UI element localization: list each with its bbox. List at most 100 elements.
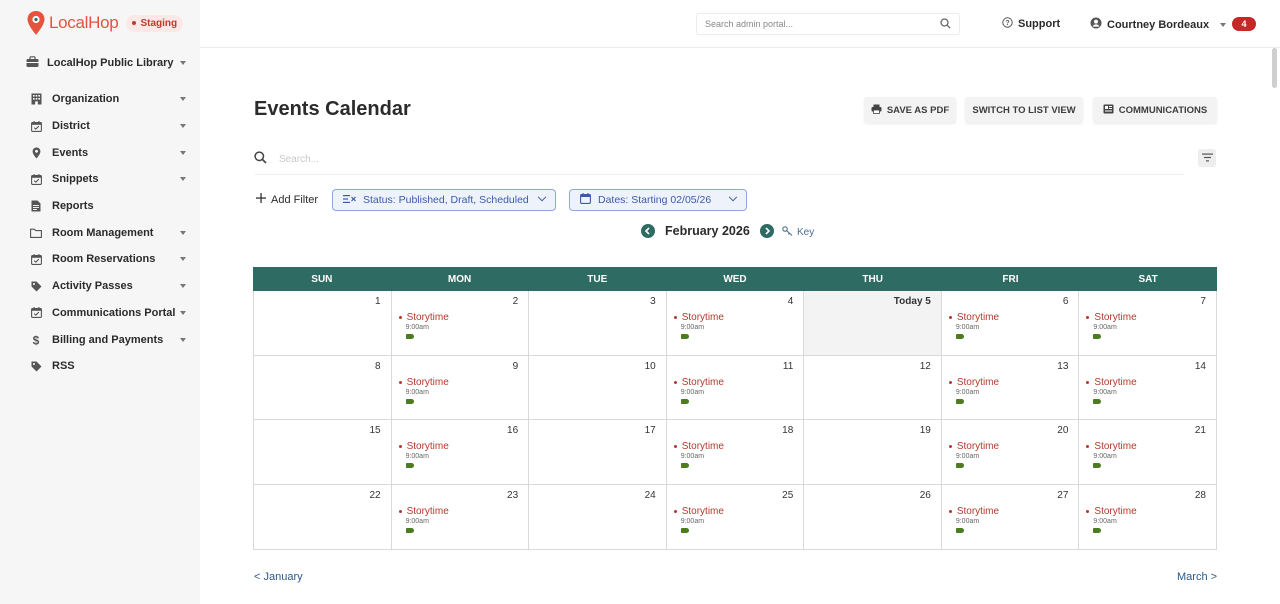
sidebar-item-organization[interactable]: Organization (30, 86, 186, 113)
support-link[interactable]: ? Support (1002, 17, 1060, 31)
previous-month-button[interactable] (641, 224, 655, 238)
calendar-day[interactable]: 27 Storytime 9:00am (941, 485, 1080, 550)
event-item[interactable]: Storytime 9:00am (948, 506, 999, 534)
sidebar-item-events[interactable]: Events (30, 139, 186, 166)
events-search-placeholder: Search... (279, 154, 320, 165)
calendar-day[interactable]: 2 Storytime 9:00am (391, 291, 530, 356)
calendar-day[interactable]: 9 Storytime 9:00am (391, 355, 530, 421)
calendar-day[interactable]: 20 Storytime 9:00am (941, 420, 1080, 486)
event-category-tag-icon (680, 463, 689, 469)
calendar-day[interactable]: 16 Storytime 9:00am (391, 420, 530, 486)
event-item[interactable]: Storytime 9:00am (398, 312, 449, 339)
event-item[interactable]: Storytime 9:00am (948, 377, 999, 404)
document-icon (30, 200, 42, 212)
sidebar-item-rss[interactable]: RSS (30, 353, 186, 380)
event-item[interactable]: Storytime 9:00am (1086, 312, 1137, 339)
key-label: Key (797, 227, 815, 238)
sidebar-item-room-reservations[interactable]: Room Reservations (30, 246, 186, 273)
search-icon[interactable] (940, 17, 951, 31)
calendar-day[interactable]: 22 (254, 485, 392, 550)
next-month-link[interactable]: March > (1177, 571, 1217, 583)
event-item[interactable]: Storytime 9:00am (1086, 441, 1137, 469)
sidebar-item-activity-passes[interactable]: Activity Passes (30, 273, 186, 300)
switch-to-list-view-button[interactable]: SWITCH TO LIST VIEW (965, 97, 1083, 123)
user-menu[interactable]: Courtney Bordeaux (1090, 17, 1227, 32)
chevron-down-icon (180, 177, 186, 182)
calendar-day[interactable]: 1 (254, 291, 392, 356)
calendar-day[interactable]: 10 (529, 355, 667, 421)
event-category-tag-icon (680, 398, 689, 404)
event-item[interactable]: Storytime 9:00am (1086, 377, 1137, 404)
event-bullet-icon (1086, 445, 1090, 449)
calendar-day[interactable]: 15 (254, 420, 392, 486)
filter-toggle-button[interactable] (1198, 149, 1216, 167)
communications-button[interactable]: COMMUNICATIONS (1093, 97, 1217, 123)
event-item[interactable]: Storytime 9:00am (673, 506, 724, 534)
sidebar-item-label: Reports (52, 200, 94, 213)
previous-month-link[interactable]: < January (254, 571, 303, 583)
organization-switcher[interactable]: LocalHop Public Library (26, 54, 186, 72)
events-search-input[interactable]: Search... (254, 145, 1184, 175)
organization-name: LocalHop Public Library (47, 57, 174, 69)
event-category-tag-icon (405, 528, 414, 534)
calendar-day[interactable]: 19 (804, 420, 942, 486)
event-item[interactable]: Storytime 9:00am (398, 377, 449, 404)
building-icon (30, 93, 42, 105)
calendar-day[interactable]: 17 (529, 420, 667, 486)
event-item[interactable]: Storytime 9:00am (398, 506, 449, 534)
calendar-day[interactable]: 18 Storytime 9:00am (666, 420, 805, 486)
calendar-key-link[interactable]: Key (782, 226, 814, 239)
status-filter-chip[interactable]: Status: Published, Draft, Scheduled (332, 189, 556, 211)
calendar-day-today[interactable]: Today 5 (804, 291, 942, 356)
calendar-day[interactable]: 28 Storytime 9:00am (1079, 485, 1217, 550)
event-item[interactable]: Storytime 9:00am (673, 312, 724, 339)
scrollbar-thumb[interactable] (1272, 48, 1277, 88)
calendar-day[interactable]: 3 (529, 291, 667, 356)
sidebar-item-room-management[interactable]: Room Management (30, 219, 186, 246)
badge-dot-icon (132, 21, 137, 25)
brand-logo[interactable]: LocalHop Staging (26, 10, 184, 36)
save-as-pdf-button[interactable]: SAVE AS PDF (864, 97, 956, 123)
calendar-day[interactable]: 21 Storytime 9:00am (1079, 420, 1217, 486)
event-item[interactable]: Storytime 9:00am (948, 441, 1000, 469)
event-time: 9:00am (405, 518, 429, 526)
event-time: 9:00am (680, 388, 705, 396)
calendar-day[interactable]: 14 Storytime 9:00am (1079, 355, 1217, 421)
calendar-day[interactable]: 13 Storytime 9:00am (941, 355, 1080, 421)
calendar-day[interactable]: 26 (804, 485, 942, 550)
sidebar-item-reports[interactable]: Reports (30, 193, 186, 220)
event-item[interactable]: Storytime 9:00am (398, 441, 449, 469)
event-item[interactable]: Storytime 9:00am (673, 377, 724, 404)
calendar-day[interactable]: 23 Storytime 9:00am (391, 485, 530, 550)
dates-filter-chip[interactable]: Dates: Starting 02/05/26 (569, 189, 747, 211)
chevron-down-icon (180, 61, 186, 65)
calendar-day[interactable]: 6 Storytime 9:00am (941, 291, 1080, 356)
sidebar-item-billing-and-payments[interactable]: $ Billing and Payments (30, 326, 186, 353)
add-filter-button[interactable]: Add Filter (256, 193, 318, 206)
event-time: 9:00am (1093, 518, 1117, 526)
calendar-day[interactable]: 25 Storytime 9:00am (666, 485, 805, 550)
event-item[interactable]: Storytime 9:00am (673, 441, 724, 469)
briefcase-icon (26, 55, 39, 71)
sidebar-item-snippets[interactable]: Snippets (30, 166, 186, 193)
weekday-header-mon: MON (447, 273, 472, 285)
sidebar-item-communications-portal[interactable]: Communications Portal (30, 300, 186, 327)
calendar-day[interactable]: 4 Storytime 9:00am (666, 291, 805, 356)
calendar-day[interactable]: 7 Storytime 9:00am (1079, 291, 1217, 356)
calendar-day[interactable]: 8 (254, 355, 392, 421)
day-number: 11 (782, 360, 794, 372)
environment-label: Staging (140, 17, 178, 29)
day-number: 14 (1194, 360, 1206, 372)
admin-search-input[interactable]: Search admin portal... (696, 13, 960, 35)
event-item[interactable]: Storytime 9:00am (1086, 506, 1137, 534)
event-title: Storytime (956, 441, 1000, 453)
calendar-day[interactable]: 24 (529, 485, 667, 550)
event-bullet-icon (673, 380, 677, 384)
event-item[interactable]: Storytime 9:00am (948, 312, 999, 339)
notification-badge[interactable]: 4 (1232, 17, 1256, 31)
calendar-day[interactable]: 11 Storytime 9:00am (666, 355, 805, 421)
sidebar-item-district[interactable]: District (30, 113, 186, 140)
event-category-tag-icon (1093, 528, 1102, 534)
next-month-button[interactable] (759, 224, 774, 238)
calendar-day[interactable]: 12 (804, 355, 942, 421)
